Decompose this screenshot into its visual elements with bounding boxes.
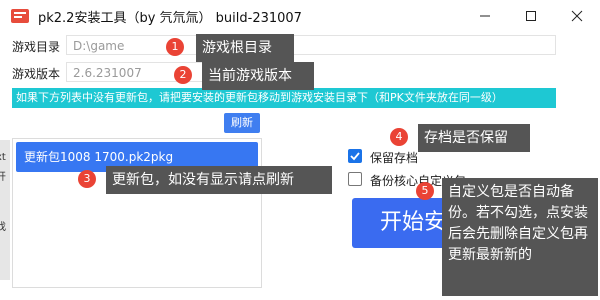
annotation-badge-1: 1: [166, 38, 184, 56]
annotation-tooltip-4: 存档是否保留: [418, 124, 530, 152]
annotation-tooltip-1: 游戏根目录: [196, 34, 294, 62]
background-text-c: 找: [0, 222, 6, 233]
keep-save-label: 保留存档: [370, 151, 419, 165]
game-dir-input[interactable]: D:\game: [66, 35, 556, 55]
game-version-label: 游戏版本: [12, 67, 61, 81]
checkmark-icon: [350, 152, 360, 161]
minimize-icon: [480, 15, 490, 17]
backup-custom-checkbox[interactable]: [348, 172, 362, 186]
annotation-tooltip-5: 自定义包是否自动备份。若不勾选，点安装后会先删除自定义包再更新最新新的: [442, 178, 598, 296]
maximize-icon: [526, 11, 536, 21]
title-bar: pk2.2安装工具（by 氕氘氚） build-231007: [0, 0, 600, 32]
minimize-button[interactable]: [462, 0, 508, 32]
background-text-b: 开: [0, 172, 6, 183]
background-text-a: xt: [0, 152, 6, 163]
annotation-badge-3: 3: [78, 170, 96, 188]
annotation-badge-4: 4: [390, 128, 408, 146]
annotation-tooltip-3: 更新包，如没有显示请点刷新: [106, 166, 332, 194]
annotation-badge-5: 5: [416, 182, 434, 200]
maximize-button[interactable]: [508, 0, 554, 32]
close-button[interactable]: [554, 0, 600, 32]
annotation-badge-2: 2: [174, 66, 192, 84]
refresh-button[interactable]: 刷新: [224, 113, 260, 133]
window-title: pk2.2安装工具（by 氕氘氚） build-231007: [38, 11, 302, 26]
close-icon: [571, 10, 583, 22]
keep-save-checkbox[interactable]: [348, 149, 362, 163]
game-dir-label: 游戏目录: [12, 40, 61, 54]
annotation-tooltip-2: 当前游戏版本: [202, 62, 314, 90]
app-icon: [11, 9, 29, 23]
hint-bar: 如果下方列表中没有更新包，请把要安装的更新包移动到游戏安装目录下（和PK文件夹放…: [12, 88, 556, 108]
